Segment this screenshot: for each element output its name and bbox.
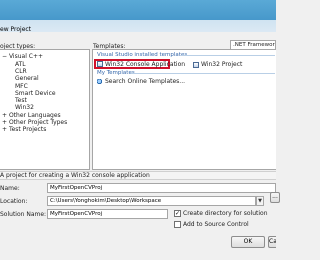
solution-name-input[interactable]	[47, 209, 168, 219]
create-directory-label: Create directory for solution	[183, 210, 268, 217]
group-divider	[131, 73, 275, 74]
name-label: Name:	[0, 185, 20, 192]
tree-item-general[interactable]: General	[15, 75, 39, 82]
tree-item-other-project-types[interactable]: + Other Project Types	[2, 119, 67, 126]
cancel-button[interactable]: Ca	[268, 236, 276, 248]
template-label: Win32 Console Application	[105, 60, 186, 68]
tree-item-label: Visual C++	[8, 53, 44, 60]
create-directory-checkbox[interactable]: ✓	[174, 210, 181, 217]
tree-item-mfc[interactable]: MFC	[15, 83, 28, 90]
search-icon	[97, 78, 103, 85]
template-win32-project[interactable]: Win32 Project	[193, 61, 242, 68]
tree-item-clr[interactable]: CLR	[15, 68, 27, 75]
console-app-icon	[97, 61, 103, 67]
solution-name-label: Solution Name:	[0, 211, 47, 218]
project-types-tree[interactable]: − Visual C++ ATL CLR General MFC Smart D…	[0, 49, 90, 170]
location-input[interactable]	[47, 196, 256, 206]
tree-item-label: Test Projects	[8, 126, 47, 133]
search-online-templates[interactable]: Search Online Templates...	[97, 78, 185, 85]
tree-item-test[interactable]: Test	[15, 97, 27, 104]
template-win32-console-application[interactable]: Win32 Console Application	[94, 59, 185, 69]
location-label: Location:	[0, 198, 28, 205]
name-input[interactable]	[47, 183, 276, 193]
tree-item-smart-device[interactable]: Smart Device	[15, 90, 56, 97]
my-templates-group-label: My Templates	[97, 70, 135, 76]
template-label: Win32 Project	[201, 61, 243, 68]
installed-templates-group-label: Visual Studio installed templates	[97, 52, 188, 58]
add-source-control-label: Add to Source Control	[183, 221, 249, 228]
tree-item-win32[interactable]: Win32	[15, 104, 34, 111]
ok-button[interactable]: OK	[231, 236, 265, 248]
tree-item-visual-cpp[interactable]: − Visual C++	[2, 53, 43, 60]
tree-item-atl[interactable]: ATL	[15, 61, 26, 68]
expand-icon[interactable]: +	[2, 119, 7, 126]
tree-item-other-languages[interactable]: + Other Languages	[2, 112, 61, 119]
browse-button[interactable]: ...	[270, 192, 280, 203]
expand-icon[interactable]: +	[2, 112, 7, 119]
group-divider	[181, 55, 275, 56]
chevron-down-icon[interactable]: ▼	[256, 196, 264, 206]
tree-item-label: Other Languages	[8, 112, 61, 119]
tree-item-label: Other Project Types	[8, 119, 68, 126]
template-description: A project for creating a Win32 console a…	[0, 172, 150, 179]
expand-icon[interactable]: +	[2, 126, 7, 133]
tree-item-test-projects[interactable]: + Test Projects	[2, 126, 46, 133]
template-label: Search Online Templates...	[105, 78, 186, 85]
templates-panel[interactable]: Visual Studio installed templates Win32 …	[92, 49, 276, 170]
collapse-icon[interactable]: −	[2, 53, 7, 60]
win32-project-icon	[193, 61, 199, 68]
window-title: ew Project	[0, 26, 32, 33]
title-bar-lower	[0, 20, 276, 32]
add-source-control-checkbox[interactable]	[174, 221, 181, 228]
